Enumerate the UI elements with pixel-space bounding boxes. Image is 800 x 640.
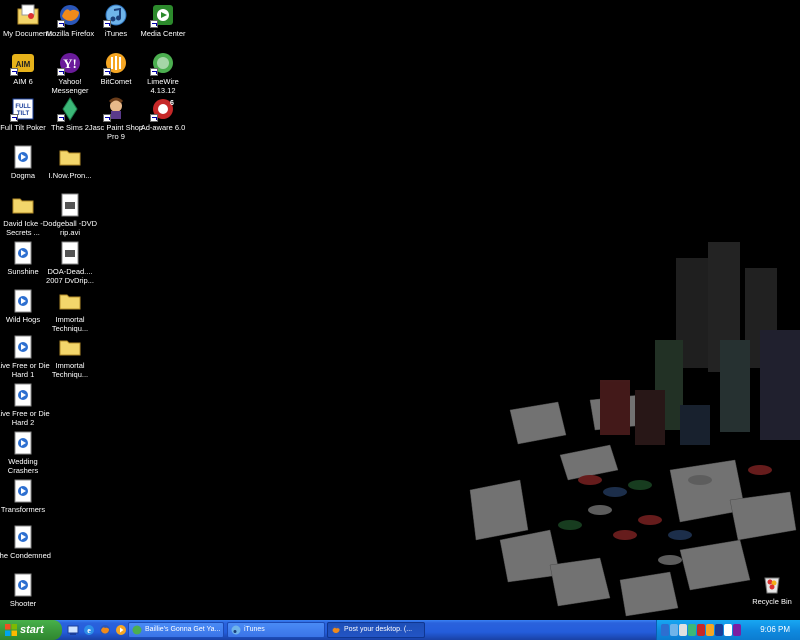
desktop-icon-folder-immortal-2[interactable]: Immortal Techniqu... <box>42 334 98 379</box>
desktop-icon-wedding-crashers[interactable]: Wedding Crashers <box>0 430 51 475</box>
update-icon[interactable] <box>724 624 732 636</box>
media-file-icon <box>10 572 36 598</box>
desktop-icon-folder-i-now-pron[interactable]: I.Now.Pron... <box>42 144 98 181</box>
firefox-icon <box>331 625 341 635</box>
media-file-icon <box>10 288 36 314</box>
folder-icon <box>57 288 83 314</box>
desktop-icon-media-center[interactable]: Media Center <box>135 2 191 39</box>
aim-icon: AIM <box>10 50 36 76</box>
svg-text:6: 6 <box>170 100 174 107</box>
messenger-tray-icon[interactable] <box>715 624 723 636</box>
show-desktop-icon[interactable] <box>66 622 80 638</box>
svg-text:Y!: Y! <box>63 56 77 71</box>
taskbar-button-itunes[interactable]: iTunes <box>227 622 325 638</box>
taskbar-button-firefox-post-your-desktop[interactable]: Post your desktop. (... <box>327 622 425 638</box>
sims2-icon <box>57 96 83 122</box>
desktop-icon-limewire[interactable]: LimeWire 4.13.12 <box>135 50 191 95</box>
full-tilt-poker-icon: FULL TILT <box>10 96 36 122</box>
desktop-icon-the-condemned[interactable]: The Condemned <box>0 524 51 561</box>
network-icon[interactable] <box>661 624 669 636</box>
taskbar: start e Baillie's Gonna Get Ya... iTunes… <box>0 620 800 640</box>
start-label: start <box>20 624 44 636</box>
taskbar-button-limewire[interactable]: Baillie's Gonna Get Ya... <box>128 622 224 638</box>
media-file-icon <box>10 334 36 360</box>
yahoo-messenger-icon: Y! <box>57 50 83 76</box>
itunes-icon <box>103 2 129 28</box>
recycle-bin-icon <box>759 570 785 596</box>
folder-icon <box>57 144 83 170</box>
media-file-icon <box>10 524 36 550</box>
media-file-icon <box>10 144 36 170</box>
folder-icon <box>57 334 83 360</box>
bitcomet-icon <box>103 50 129 76</box>
avi-file-icon <box>57 240 83 266</box>
start-button[interactable]: start <box>0 620 62 640</box>
poker-wallpaper <box>469 242 800 617</box>
antivirus-icon[interactable] <box>697 624 705 636</box>
ad-aware-icon: 6 <box>150 96 176 122</box>
desktop-icon-folder-immortal-1[interactable]: Immortal Techniqu... <box>42 288 98 333</box>
windows-logo-icon <box>5 624 17 636</box>
yahoo-tray-icon[interactable] <box>733 624 741 636</box>
media-file-icon <box>10 430 36 456</box>
itunes-icon <box>231 625 241 635</box>
limewire-tray-icon[interactable] <box>688 624 696 636</box>
system-tray: 9:06 PM <box>656 620 800 640</box>
desktop-icon-transformers[interactable]: Transformers <box>0 478 51 515</box>
media-center-icon <box>150 2 176 28</box>
desktop-icon-die-hard-2[interactable]: Live Free or Die Hard 2 <box>0 382 51 427</box>
firefox-icon <box>57 2 83 28</box>
volume-icon[interactable] <box>679 624 687 636</box>
paint-shop-pro-icon <box>103 96 129 122</box>
svg-text:FULL: FULL <box>15 104 31 110</box>
folder-icon <box>10 192 36 218</box>
desktop-icon-doa-avi[interactable]: DOA-Dead.... 2007 DvDrip... <box>42 240 98 285</box>
desktop-icon-ad-aware[interactable]: 6 Ad-aware 6.0 <box>135 96 191 133</box>
limewire-icon <box>150 50 176 76</box>
clock[interactable]: 9:06 PM <box>760 620 790 640</box>
svg-text:e: e <box>87 626 91 635</box>
folder-documents-icon <box>15 2 41 28</box>
media-file-icon <box>10 382 36 408</box>
tray-icons <box>661 624 741 636</box>
svg-text:TILT: TILT <box>17 111 30 117</box>
limewire-icon <box>132 625 142 635</box>
quick-launch-toolbar: e <box>66 622 128 638</box>
avi-file-icon <box>57 192 83 218</box>
firefox-icon[interactable] <box>98 622 112 638</box>
desktop-icon-recycle-bin[interactable]: Recycle Bin <box>744 570 800 607</box>
desktop-icon-shooter[interactable]: Shooter <box>0 572 51 609</box>
media-file-icon <box>10 478 36 504</box>
internet-explorer-icon[interactable]: e <box>82 622 96 638</box>
itunes-tray-icon[interactable] <box>670 624 678 636</box>
desktop[interactable]: My Documents Mozilla Firefox iTunes Medi… <box>0 0 800 620</box>
bitcomet-tray-icon[interactable] <box>706 624 714 636</box>
desktop-icon-dodgeball-avi[interactable]: Dodgeball -DVD rip.avi <box>42 192 98 237</box>
media-player-icon[interactable] <box>114 622 128 638</box>
media-file-icon <box>10 240 36 266</box>
